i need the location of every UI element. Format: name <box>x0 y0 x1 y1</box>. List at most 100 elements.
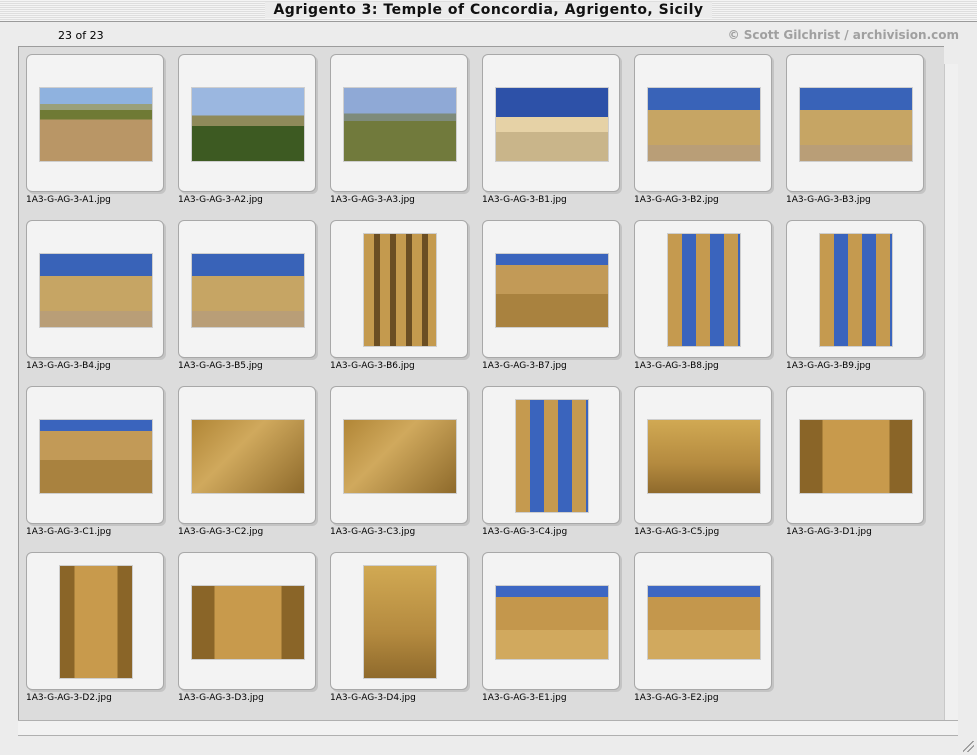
copyright-credit: © Scott Gilchrist / archivision.com <box>727 28 959 42</box>
thumbnail-image[interactable] <box>344 88 456 161</box>
thumbnail-item[interactable]: 1A3-G-AG-3-B1.jpg <box>475 47 627 213</box>
info-bar: 23 of 23 © Scott Gilchrist / archivision… <box>0 22 977 46</box>
thumbnail-item[interactable]: 1A3-G-AG-3-B4.jpg <box>19 213 171 379</box>
slide-mount <box>330 220 468 358</box>
thumbnail-item[interactable]: 1A3-G-AG-3-B3.jpg <box>779 47 931 213</box>
window-titlebar[interactable]: Agrigento 3: Temple of Concordia, Agrige… <box>0 0 977 22</box>
slide-mount <box>786 54 924 192</box>
thumbnail-image[interactable] <box>364 234 436 346</box>
slide-mount <box>634 552 772 690</box>
slide-mount <box>482 220 620 358</box>
thumbnail-image[interactable] <box>820 234 892 346</box>
item-count: 23 of 23 <box>58 29 104 42</box>
status-bar <box>18 720 958 736</box>
thumbnail-grid: 1A3-G-AG-3-A1.jpg 1A3-G-AG-3-A2.jpg 1A3-… <box>18 46 944 720</box>
thumbnail-image[interactable] <box>648 88 760 161</box>
file-name: 1A3-G-AG-3-B1.jpg <box>482 195 567 205</box>
thumbnail-image[interactable] <box>516 400 588 512</box>
thumbnail-item[interactable]: 1A3-G-AG-3-B5.jpg <box>171 213 323 379</box>
thumbnail-image[interactable] <box>364 566 436 678</box>
thumbnail-image[interactable] <box>496 586 608 659</box>
slide-mount <box>178 386 316 524</box>
file-name: 1A3-G-AG-3-B7.jpg <box>482 361 567 371</box>
file-name: 1A3-G-AG-3-A2.jpg <box>178 195 263 205</box>
slide-mount <box>26 54 164 192</box>
file-name: 1A3-G-AG-3-A1.jpg <box>26 195 111 205</box>
slide-mount <box>634 54 772 192</box>
resize-grip-icon[interactable] <box>963 741 974 752</box>
thumbnail-item[interactable]: 1A3-G-AG-3-E1.jpg <box>475 545 627 711</box>
file-name: 1A3-G-AG-3-D3.jpg <box>178 693 264 703</box>
slide-mount <box>178 552 316 690</box>
slide-mount <box>482 386 620 524</box>
file-name: 1A3-G-AG-3-E1.jpg <box>482 693 567 703</box>
file-name: 1A3-G-AG-3-E2.jpg <box>634 693 719 703</box>
thumbnail-image[interactable] <box>648 586 760 659</box>
file-name: 1A3-G-AG-3-C1.jpg <box>26 527 112 537</box>
slide-mount <box>330 386 468 524</box>
window-title: Agrigento 3: Temple of Concordia, Agrige… <box>265 2 712 18</box>
file-name: 1A3-G-AG-3-C2.jpg <box>178 527 264 537</box>
slide-mount <box>178 54 316 192</box>
thumbnail-item[interactable]: 1A3-G-AG-3-D3.jpg <box>171 545 323 711</box>
thumbnail-image[interactable] <box>60 566 132 678</box>
thumbnail-item[interactable]: 1A3-G-AG-3-D4.jpg <box>323 545 475 711</box>
file-name: 1A3-G-AG-3-B4.jpg <box>26 361 111 371</box>
thumbnail-image[interactable] <box>496 254 608 327</box>
slide-mount <box>482 552 620 690</box>
thumbnail-image[interactable] <box>40 420 152 493</box>
thumbnail-item[interactable]: 1A3-G-AG-3-D2.jpg <box>19 545 171 711</box>
thumbnail-item[interactable]: 1A3-G-AG-3-C1.jpg <box>19 379 171 545</box>
thumbnail-item[interactable]: 1A3-G-AG-3-A1.jpg <box>19 47 171 213</box>
thumbnail-item[interactable]: 1A3-G-AG-3-C5.jpg <box>627 379 779 545</box>
slide-mount <box>786 386 924 524</box>
thumbnail-image[interactable] <box>40 88 152 161</box>
slide-mount <box>634 386 772 524</box>
thumbnail-image[interactable] <box>40 254 152 327</box>
thumbnail-image[interactable] <box>800 420 912 493</box>
file-name: 1A3-G-AG-3-B9.jpg <box>786 361 871 371</box>
thumbnail-item[interactable]: 1A3-G-AG-3-C3.jpg <box>323 379 475 545</box>
thumbnail-item[interactable]: 1A3-G-AG-3-B9.jpg <box>779 213 931 379</box>
file-name: 1A3-G-AG-3-B5.jpg <box>178 361 263 371</box>
file-name: 1A3-G-AG-3-C5.jpg <box>634 527 720 537</box>
thumbnail-item[interactable]: 1A3-G-AG-3-B2.jpg <box>627 47 779 213</box>
file-name: 1A3-G-AG-3-B3.jpg <box>786 195 871 205</box>
slide-mount <box>26 220 164 358</box>
thumbnail-item[interactable]: 1A3-G-AG-3-D1.jpg <box>779 379 931 545</box>
file-name: 1A3-G-AG-3-D4.jpg <box>330 693 416 703</box>
file-name: 1A3-G-AG-3-C4.jpg <box>482 527 568 537</box>
thumbnail-item[interactable]: 1A3-G-AG-3-C4.jpg <box>475 379 627 545</box>
thumbnail-image[interactable] <box>192 420 304 493</box>
thumbnail-item[interactable]: 1A3-G-AG-3-A2.jpg <box>171 47 323 213</box>
thumbnail-image[interactable] <box>496 88 608 161</box>
thumbnail-image[interactable] <box>344 420 456 493</box>
thumbnail-item[interactable]: 1A3-G-AG-3-A3.jpg <box>323 47 475 213</box>
thumbnail-image[interactable] <box>668 234 740 346</box>
file-name: 1A3-G-AG-3-C3.jpg <box>330 527 416 537</box>
thumbnail-item[interactable]: 1A3-G-AG-3-C2.jpg <box>171 379 323 545</box>
thumbnail-image[interactable] <box>192 88 304 161</box>
thumbnail-item[interactable]: 1A3-G-AG-3-B7.jpg <box>475 213 627 379</box>
thumbnail-item[interactable]: 1A3-G-AG-3-E2.jpg <box>627 545 779 711</box>
slide-mount <box>330 54 468 192</box>
thumbnail-image[interactable] <box>800 88 912 161</box>
file-name: 1A3-G-AG-3-B2.jpg <box>634 195 719 205</box>
file-name: 1A3-G-AG-3-D1.jpg <box>786 527 872 537</box>
file-name: 1A3-G-AG-3-B6.jpg <box>330 361 415 371</box>
thumbnail-image[interactable] <box>648 420 760 493</box>
vertical-scrollbar[interactable] <box>944 64 958 720</box>
slide-mount <box>26 386 164 524</box>
slide-mount <box>178 220 316 358</box>
slide-mount <box>482 54 620 192</box>
thumbnail-image[interactable] <box>192 254 304 327</box>
file-name: 1A3-G-AG-3-A3.jpg <box>330 195 415 205</box>
thumbnail-item[interactable]: 1A3-G-AG-3-B6.jpg <box>323 213 475 379</box>
file-name: 1A3-G-AG-3-D2.jpg <box>26 693 112 703</box>
slide-mount <box>26 552 164 690</box>
slide-mount <box>330 552 468 690</box>
thumbnail-image[interactable] <box>192 586 304 659</box>
file-name: 1A3-G-AG-3-B8.jpg <box>634 361 719 371</box>
slide-mount <box>786 220 924 358</box>
thumbnail-item[interactable]: 1A3-G-AG-3-B8.jpg <box>627 213 779 379</box>
